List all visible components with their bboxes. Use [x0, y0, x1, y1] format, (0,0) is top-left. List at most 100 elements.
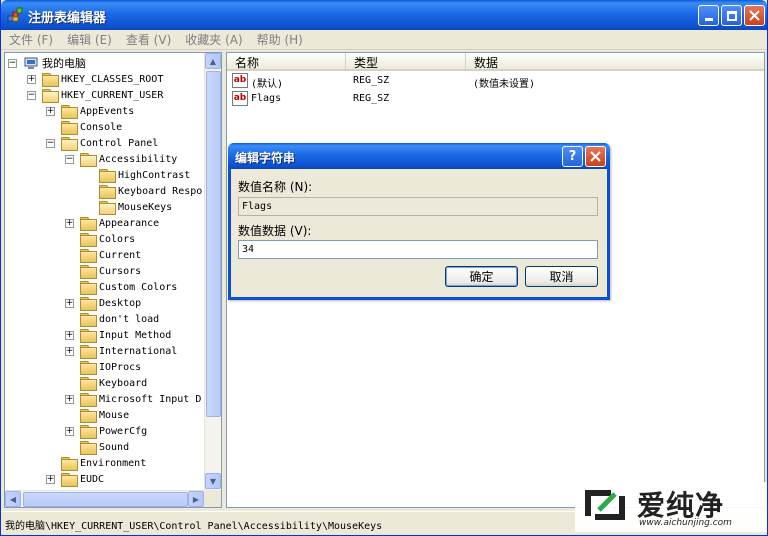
expand-icon[interactable]: +: [65, 426, 74, 436]
registry-app-icon: [7, 7, 23, 22]
tree-node[interactable]: + AppEvents: [46, 103, 134, 119]
menu-edit[interactable]: 编辑 (E): [67, 31, 112, 48]
column-header-name[interactable]: 名称: [227, 53, 346, 70]
tree-node[interactable]: Colors: [65, 231, 135, 247]
tree-node[interactable]: Custom Colors: [65, 279, 177, 295]
tree-node[interactable]: + Desktop: [65, 295, 141, 311]
expand-icon[interactable]: +: [65, 394, 74, 404]
tree-node-label: HKEY_CLASSES_ROOT: [61, 73, 164, 85]
tree-node[interactable]: + PowerCfg: [65, 423, 147, 439]
dialog-help-button[interactable]: ?: [562, 146, 583, 167]
tree-node[interactable]: Mouse: [65, 407, 129, 423]
scroll-corner: [204, 490, 221, 507]
watermark-logo-icon: [585, 490, 625, 520]
menu-view[interactable]: 查看 (V): [126, 31, 171, 48]
expand-icon[interactable]: +: [46, 106, 55, 116]
value-name: Flags: [251, 93, 282, 104]
scroll-left-button[interactable]: ◀: [5, 491, 21, 507]
value-type: REG_SZ: [353, 93, 390, 104]
registry-tree[interactable]: − 我的电脑 + HKEY_CLASSES_ROOT − HKEY_CURRENT_USE…: [4, 52, 222, 508]
value-name-field: Flags: [238, 197, 598, 216]
folder-icon: [61, 105, 78, 119]
value-data-label: 数值数据 (V):: [238, 224, 312, 238]
folder-icon: [80, 313, 97, 327]
tree-node[interactable]: − 我的电脑: [8, 55, 86, 71]
menu-file[interactable]: 文件 (F): [9, 31, 53, 48]
tree-node[interactable]: − Control Panel: [46, 135, 158, 151]
close-button[interactable]: [744, 5, 765, 26]
menu-favorites[interactable]: 收藏夹 (A): [185, 31, 242, 48]
folder-icon: [80, 409, 97, 423]
expand-icon[interactable]: +: [46, 474, 55, 484]
dialog-close-button[interactable]: [585, 146, 606, 167]
arrow-right-icon: ▶: [192, 494, 200, 504]
maximize-icon: [726, 10, 737, 21]
column-header-data[interactable]: 数据: [466, 53, 764, 70]
arrow-left-icon: ◀: [9, 494, 17, 504]
expand-icon[interactable]: +: [27, 74, 36, 84]
tree-hscroll-thumb[interactable]: [23, 492, 188, 507]
tree-node[interactable]: Keyboard: [65, 375, 147, 391]
column-header-type[interactable]: 类型: [346, 53, 466, 70]
tree-node-label: Cursors: [99, 265, 142, 277]
scroll-down-button[interactable]: ▼: [205, 473, 221, 489]
dialog-title-bar[interactable]: 编辑字符串 ?: [228, 143, 610, 169]
tree-node[interactable]: Console: [46, 119, 122, 135]
tree-node[interactable]: − HKEY_CURRENT_USER: [27, 87, 163, 103]
collapse-icon[interactable]: −: [46, 138, 55, 148]
cancel-button[interactable]: 取消: [525, 266, 598, 287]
tree-node[interactable]: IOProcs: [65, 359, 141, 375]
tree-horizontal-scrollbar[interactable]: ◀ ▶: [5, 490, 205, 507]
scroll-up-button[interactable]: ▲: [205, 53, 221, 69]
folder-icon: [80, 361, 97, 375]
expand-icon[interactable]: +: [65, 218, 74, 228]
tree-node-label: HighContrast: [118, 169, 191, 181]
tree-node[interactable]: + Appearance: [65, 215, 159, 231]
tree-node[interactable]: + HKEY_CLASSES_ROOT: [27, 71, 163, 87]
title-bar[interactable]: 注册表编辑器: [1, 0, 767, 30]
collapse-icon[interactable]: −: [65, 154, 74, 164]
tree-node-label: Sound: [99, 441, 130, 453]
tree-node[interactable]: + Microsoft Input D: [65, 391, 201, 407]
list-row[interactable]: ab Flags REG_SZ: [227, 90, 764, 108]
expand-icon[interactable]: +: [65, 330, 74, 340]
tree-node[interactable]: Cursors: [65, 263, 141, 279]
tree-node-label: MouseKeys: [118, 201, 173, 213]
tree-node[interactable]: HighContrast: [84, 167, 190, 183]
tree-scroll-thumb[interactable]: [206, 71, 221, 417]
folder-icon: [42, 73, 59, 87]
tree-node[interactable]: + International: [65, 343, 177, 359]
folder-open-icon: [61, 137, 78, 151]
menu-help[interactable]: 帮助 (H): [257, 31, 303, 48]
folder-icon: [80, 393, 97, 407]
value-data-input[interactable]: 34: [238, 240, 598, 259]
expand-icon[interactable]: +: [65, 346, 74, 356]
tree-node[interactable]: don't load: [65, 311, 159, 327]
collapse-icon[interactable]: −: [8, 58, 17, 68]
tree-node[interactable]: + EUDC: [46, 471, 104, 487]
tree-node-label: Current: [99, 249, 142, 261]
tree-node[interactable]: Environment: [46, 455, 146, 471]
scroll-right-button[interactable]: ▶: [188, 491, 204, 507]
expand-icon[interactable]: +: [65, 298, 74, 308]
tree-node-label: Microsoft Input D: [99, 393, 202, 405]
tree-node-label: IOProcs: [99, 361, 142, 373]
maximize-button[interactable]: [721, 5, 742, 26]
minimize-button[interactable]: [698, 5, 719, 26]
list-row[interactable]: ab (默认) REG_SZ (数值未设置): [227, 72, 764, 90]
tree-node-label: Custom Colors: [99, 281, 178, 293]
ok-button[interactable]: 确定: [445, 266, 518, 287]
tree-node[interactable]: MouseKeys: [84, 199, 172, 215]
tree-node[interactable]: + Input Method: [65, 327, 171, 343]
tree-node-label: Colors: [99, 233, 136, 245]
tree-vertical-scrollbar[interactable]: ▲ ▼: [204, 53, 221, 491]
tree-node[interactable]: Current: [65, 247, 141, 263]
tree-node-label: EUDC: [80, 473, 105, 485]
tree-node[interactable]: Sound: [65, 439, 129, 455]
close-icon: [590, 151, 601, 162]
tree-node[interactable]: Keyboard Respo: [84, 183, 202, 199]
collapse-icon[interactable]: −: [27, 90, 36, 100]
tree-node[interactable]: − Accessibility: [65, 151, 177, 167]
